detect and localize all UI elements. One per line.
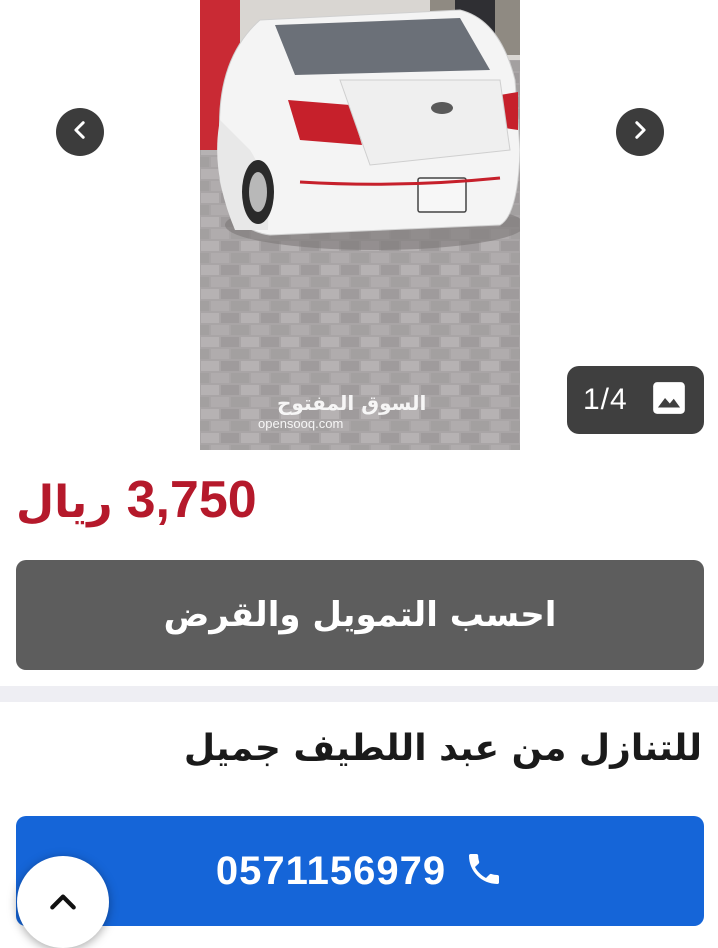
image-icon xyxy=(650,379,688,421)
phone-icon xyxy=(464,849,504,893)
listing-photo[interactable]: السوق المفتوح opensooq.com xyxy=(200,0,520,450)
watermark-ar: السوق المفتوح xyxy=(277,391,426,415)
price-value: 3,750 xyxy=(126,471,257,529)
watermark-en: opensooq.com xyxy=(258,416,343,431)
price: ريال 3,750 xyxy=(16,470,257,530)
call-button[interactable]: 0571156979 xyxy=(16,816,704,926)
chevron-left-icon xyxy=(69,119,91,145)
section-divider xyxy=(0,686,718,702)
finance-calculator-button[interactable]: احسب التمويل والقرض xyxy=(16,560,704,670)
listing-title: للتنازل من عبد اللطيف جميل xyxy=(183,728,702,769)
image-gallery[interactable]: السوق المفتوح opensooq.com 1/4 xyxy=(0,0,718,450)
phone-number: 0571156979 xyxy=(215,848,447,893)
image-counter-button[interactable]: 1/4 xyxy=(567,366,704,434)
next-image-button[interactable] xyxy=(616,108,664,156)
price-currency: ريال xyxy=(16,477,113,528)
scroll-to-top-button[interactable] xyxy=(17,856,109,948)
image-counter: 1/4 xyxy=(583,383,628,416)
chevron-up-icon xyxy=(47,886,79,922)
chevron-right-icon xyxy=(629,119,651,145)
previous-image-button[interactable] xyxy=(56,108,104,156)
